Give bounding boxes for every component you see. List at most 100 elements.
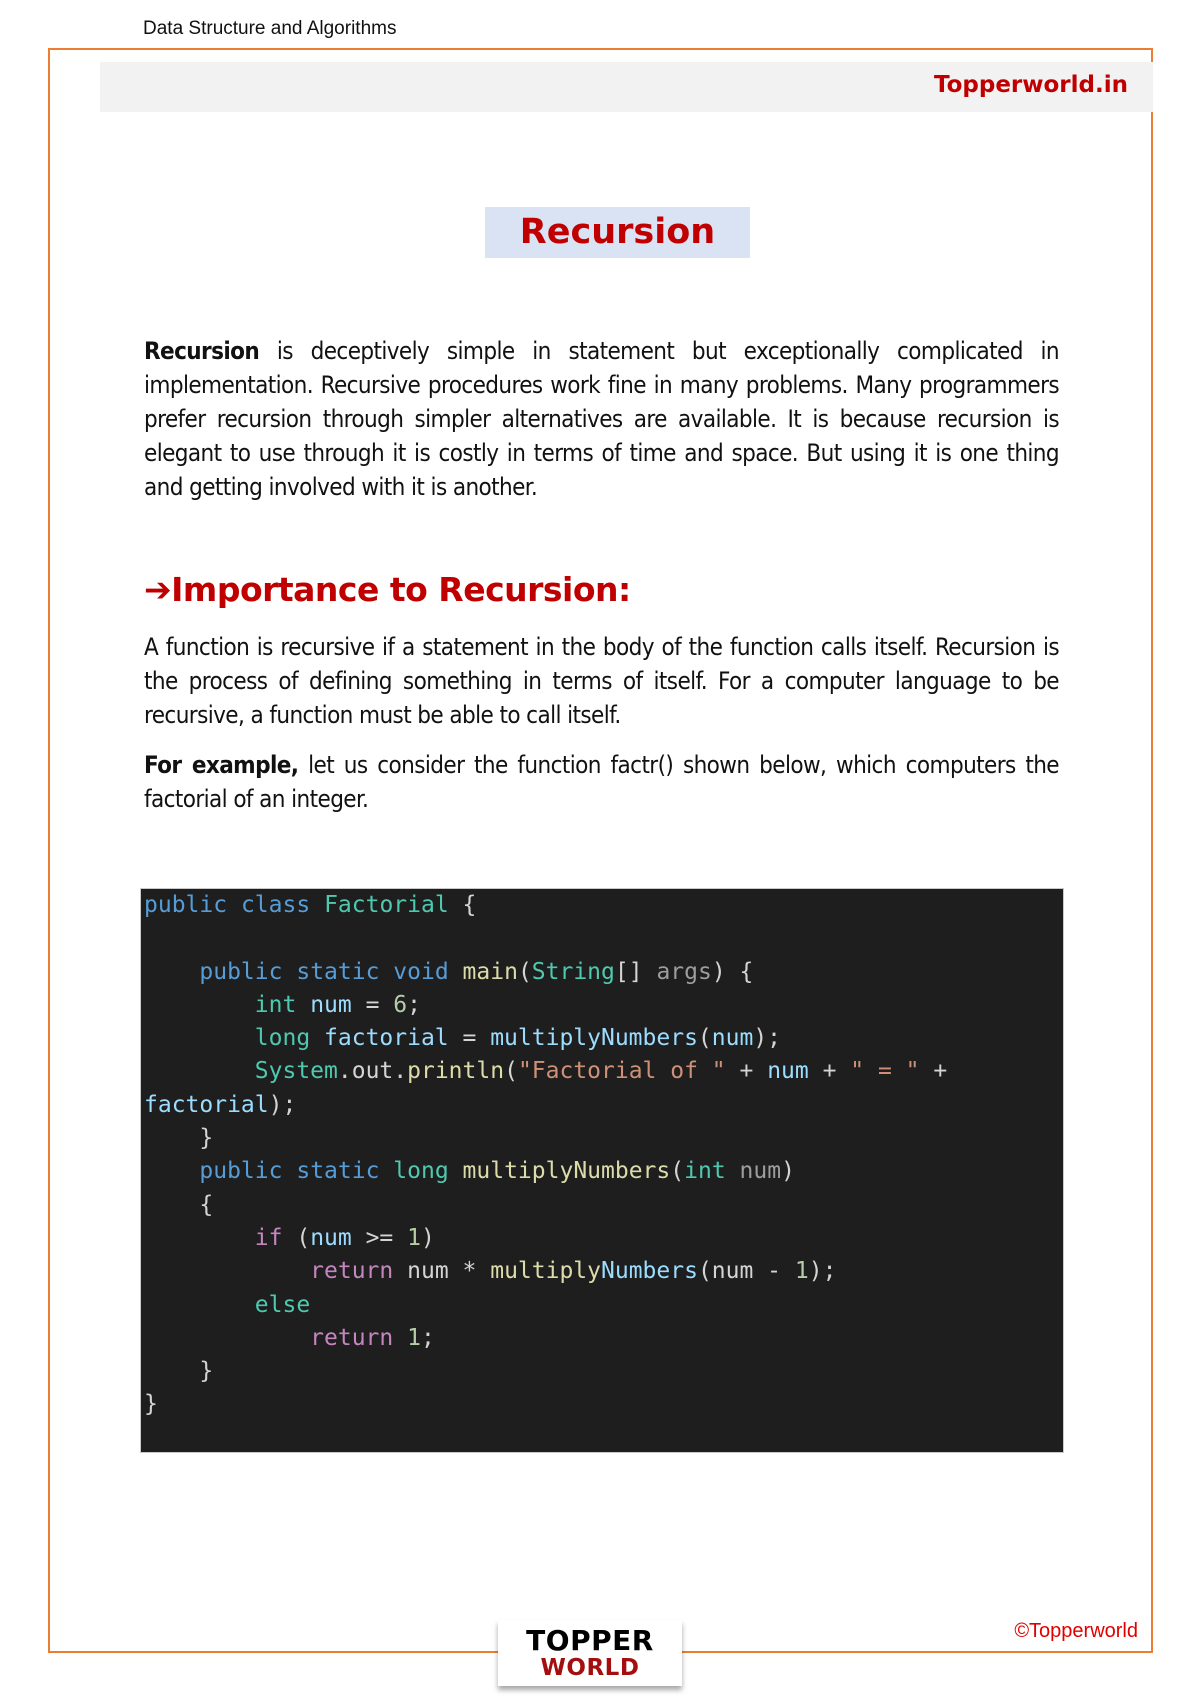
example-paragraph: For example, let us consider the functio… — [144, 748, 1060, 816]
code-token: ; — [420, 1324, 435, 1351]
code-line: } — [144, 1122, 1063, 1155]
code-line: if (num >= 1) — [144, 1222, 1063, 1255]
code-line: public static void main(String[] args) { — [144, 956, 1063, 989]
code-token: } — [144, 1358, 214, 1385]
code-line: System.out.println("Factorial of " + num… — [144, 1055, 1063, 1088]
intro-text: is deceptively simple in statement but e… — [144, 337, 1060, 501]
code-token: { — [448, 892, 477, 918]
code-token: static — [296, 958, 380, 985]
code-token: void — [393, 958, 449, 985]
code-token: multiplyNumbers — [490, 1025, 698, 1052]
code-token: ( — [697, 1025, 712, 1052]
copyright-notice: ©Topperworld — [1014, 1620, 1138, 1642]
section-heading-text: Importance to Recursion: — [171, 570, 631, 609]
code-token: + — [919, 1058, 948, 1085]
code-token: . — [337, 1058, 352, 1085]
code-line: return 1; — [144, 1322, 1063, 1355]
code-line: { — [144, 1189, 1063, 1222]
code-token: String — [531, 958, 615, 985]
code-token: ); — [753, 1025, 782, 1052]
code-token: int — [254, 991, 297, 1018]
code-line: long factorial = multiplyNumbers(num); — [144, 1022, 1063, 1055]
code-token: 6 — [393, 991, 408, 1018]
code-token: [] — [614, 958, 657, 985]
intro-bold-lead: Recursion — [144, 337, 260, 365]
code-token: 1 — [407, 1224, 421, 1251]
page-title: Recursion — [519, 212, 716, 252]
code-token: { — [144, 1191, 214, 1218]
code-token: System — [254, 1058, 338, 1085]
code-token: ) { — [711, 958, 754, 985]
code-token: int — [684, 1158, 726, 1185]
logo-top-text: TOPPER — [526, 1624, 654, 1657]
code-token: ) — [420, 1224, 435, 1251]
code-token: num — [739, 1158, 782, 1185]
code-token: public — [144, 892, 228, 918]
code-token: if — [254, 1224, 283, 1251]
code-token: ( — [282, 1224, 311, 1251]
code-token: ); — [268, 1091, 297, 1118]
code-token: + — [808, 1058, 851, 1085]
code-token: } — [144, 1125, 214, 1152]
code-token: " = " — [850, 1058, 920, 1085]
code-token: ; — [407, 991, 421, 1018]
intro-paragraph: Recursion is deceptively simple in state… — [144, 334, 1060, 504]
code-token: + — [725, 1058, 768, 1085]
code-line: factorial); — [144, 1089, 1063, 1122]
code-token: args — [656, 958, 712, 985]
section-paragraph: A function is recursive if a statement i… — [144, 633, 1060, 729]
code-token: "Factorial of " — [517, 1058, 726, 1085]
site-name: Topperworld.in — [933, 72, 1128, 98]
code-token: public — [199, 1158, 283, 1185]
section-heading: ➔Importance to Recursion: — [144, 570, 631, 609]
code-block: public class Factorial { public static v… — [140, 888, 1064, 1453]
code-line: public class Factorial { — [144, 889, 1063, 922]
code-token: public — [199, 958, 283, 985]
code-token: ( — [504, 1058, 518, 1085]
code-token: multiplyNumbers — [462, 1158, 671, 1185]
code-token: num — [711, 1025, 754, 1052]
code-token: return — [310, 1324, 394, 1351]
code-token: Factorial — [324, 892, 449, 918]
running-header-title: Data Structure and Algorithms — [143, 18, 397, 39]
code-token: return — [310, 1258, 394, 1285]
code-token: num — [407, 1258, 449, 1285]
code-token: num — [767, 1058, 809, 1085]
example-bold-lead: For example, — [144, 751, 299, 779]
code-token: } — [144, 1391, 158, 1418]
code-token: 1 — [794, 1258, 809, 1285]
code-token: num — [310, 1224, 352, 1251]
code-line: else — [144, 1289, 1063, 1322]
code-line: return num * multiplyNumbers(num - 1); — [144, 1255, 1063, 1288]
code-token: . — [393, 1058, 408, 1085]
code-token: ( — [517, 958, 532, 985]
code-token: long — [393, 1158, 449, 1185]
code-token: 1 — [407, 1324, 421, 1351]
code-token: (num - — [697, 1258, 795, 1285]
topperworld-logo: TOPPER WORLD — [498, 1620, 682, 1686]
code-token: long — [254, 1025, 311, 1052]
code-token: factorial — [144, 1091, 269, 1118]
page-title-box: Recursion — [485, 207, 750, 258]
code-line: public static long multiplyNumbers(int n… — [144, 1155, 1063, 1188]
